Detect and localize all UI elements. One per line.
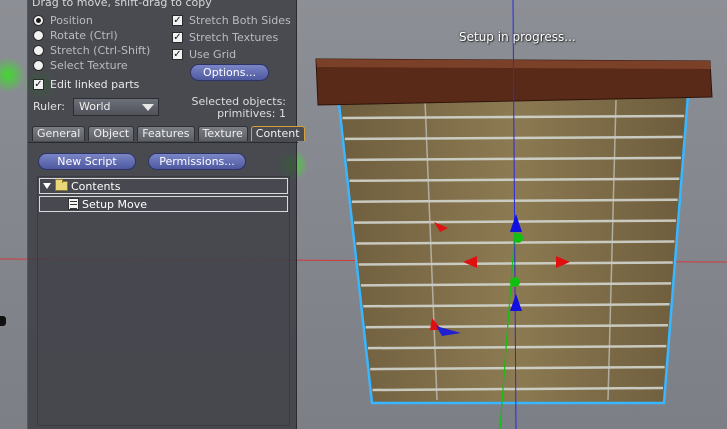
- edit-linked-checkbox[interactable]: ✓ Edit linked parts: [33, 77, 139, 92]
- stretch-textures-checkbox[interactable]: ✓ Stretch Textures: [172, 30, 278, 45]
- ruler-label: Ruler:: [33, 100, 65, 113]
- tab-features[interactable]: Features: [137, 126, 195, 141]
- status-overlay-text: Setup in progress...: [459, 30, 576, 44]
- tab-content[interactable]: Content: [250, 126, 305, 141]
- mode-select-texture[interactable]: Select Texture: [33, 58, 128, 73]
- ruler-dropdown[interactable]: World: [73, 98, 159, 116]
- z-handle[interactable]: [513, 233, 523, 243]
- script-icon: [68, 198, 79, 210]
- new-script-button[interactable]: New Script: [38, 153, 136, 170]
- radio-button[interactable]: [33, 45, 44, 56]
- tree-item-contents-folder[interactable]: Contents: [39, 178, 288, 194]
- chevron-down-icon: [142, 104, 154, 111]
- tab-object[interactable]: Object: [88, 126, 135, 141]
- tree-item-setup-move-script[interactable]: Setup Move: [39, 196, 288, 212]
- contents-list[interactable]: [37, 176, 290, 426]
- use-grid-checkbox[interactable]: ✓ Use Grid: [172, 47, 236, 62]
- mode-stretch[interactable]: Stretch (Ctrl-Shift): [33, 43, 150, 58]
- checkmark-icon[interactable]: ✓: [172, 15, 183, 26]
- tab-texture[interactable]: Texture: [197, 126, 248, 141]
- mouse-cursor-icon: [0, 316, 6, 326]
- radio-button[interactable]: [33, 30, 44, 41]
- mode-rotate[interactable]: Rotate (Ctrl): [33, 28, 118, 43]
- selection-info: Selected objects: primitives: 1: [191, 95, 286, 120]
- checkmark-icon[interactable]: ✓: [172, 32, 183, 43]
- radio-button[interactable]: [33, 15, 44, 26]
- tab-bar: General Object Features Texture Content: [32, 126, 308, 142]
- stretch-both-sides-checkbox[interactable]: ✓ Stretch Both Sides: [172, 13, 291, 28]
- mode-position[interactable]: Position: [33, 13, 93, 28]
- checkmark-icon[interactable]: ✓: [33, 79, 44, 90]
- z-handle-lower[interactable]: [510, 277, 520, 287]
- options-button[interactable]: Options...: [190, 64, 269, 81]
- tool-hint: Drag to move, shift-drag to copy: [32, 0, 212, 9]
- tab-divider: [28, 142, 298, 143]
- folder-icon: [55, 179, 68, 191]
- build-tool-panel: Drag to move, shift-drag to copy Positio…: [27, 0, 305, 429]
- checkmark-icon[interactable]: ✓: [172, 49, 183, 60]
- permissions-button[interactable]: Permissions...: [148, 153, 246, 170]
- radio-button[interactable]: [33, 60, 44, 71]
- tab-general[interactable]: General: [32, 126, 86, 141]
- expand-arrow-icon[interactable]: [43, 183, 51, 189]
